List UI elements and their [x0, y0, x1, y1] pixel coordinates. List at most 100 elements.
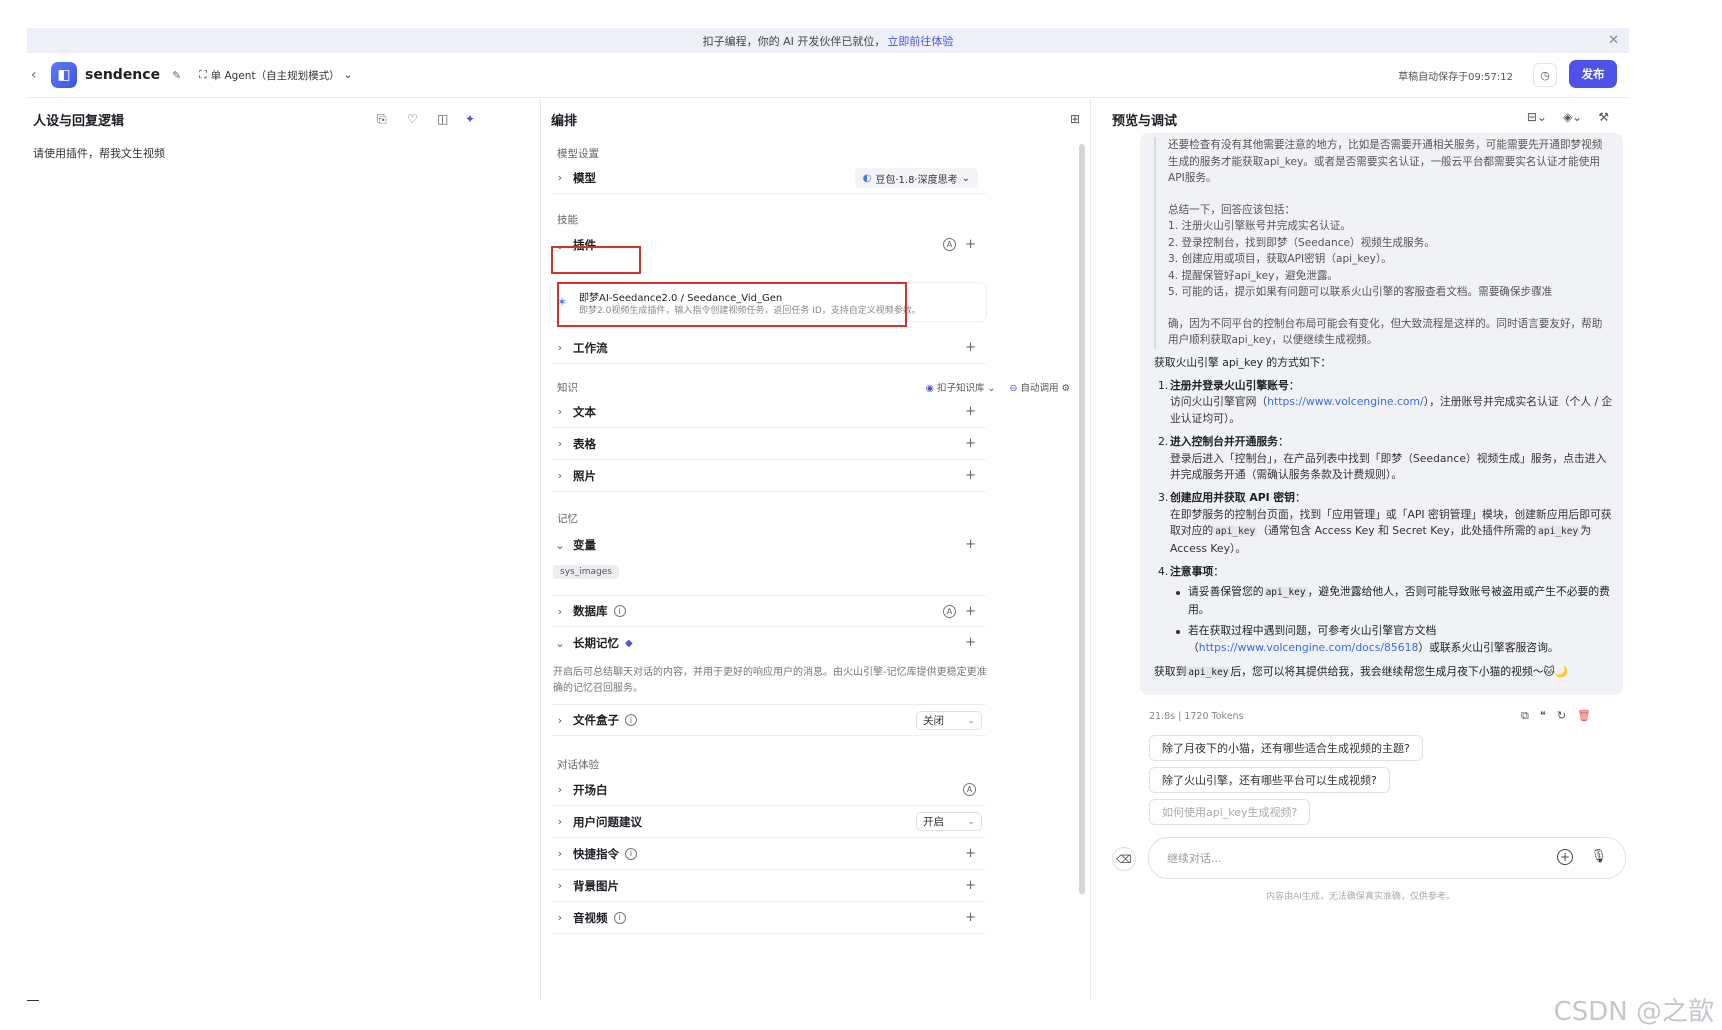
persona-panel: 人设与回复逻辑 ⎘ ♡ ◫ ✦ 请使用插件，帮我文生视频	[27, 99, 541, 1001]
audio-video-label: 音视频	[573, 910, 608, 925]
info-icon[interactable]: i	[613, 911, 626, 924]
persona-prompt[interactable]: 请使用插件，帮我文生视频	[33, 145, 165, 161]
app-name: sendence	[85, 67, 161, 83]
step-3-title: 创建应用并获取 API 密钥	[1170, 490, 1295, 504]
suggestion-chip[interactable]: 除了月夜下的小猫，还有哪些适合生成视频的主题?	[1149, 735, 1423, 761]
bullet-2-post: ）或联系火山引擎客服咨询。	[1418, 640, 1559, 654]
history-icon[interactable]: ◷	[1533, 63, 1557, 87]
variable-row[interactable]: ⌄ 变量 +	[551, 529, 986, 561]
model-select[interactable]: ◐ 豆包·1.8·深度思考 ⌄	[854, 168, 978, 188]
add-ltm-icon[interactable]: +	[965, 635, 976, 650]
workflow-row[interactable]: › 工作流 +	[551, 332, 986, 364]
suggestion-chip[interactable]: 如何使用api_key生成视频?	[1149, 799, 1311, 825]
photo-label: 照片	[573, 468, 596, 483]
highlight-box-plugin-label	[551, 246, 641, 274]
delete-icon[interactable]: 🗑	[1577, 709, 1591, 723]
add-variable-icon[interactable]: +	[965, 537, 976, 552]
close-icon[interactable]: ✕	[1608, 33, 1619, 48]
wrench-icon[interactable]: ⚒	[1598, 110, 1609, 124]
info-icon[interactable]: i	[613, 605, 626, 617]
chat-input[interactable]: 继续对话... + 🎙	[1148, 837, 1626, 879]
kb-source-select[interactable]: ◉ 扣子知识库 ⌄	[926, 380, 996, 394]
add-table-icon[interactable]: +	[965, 436, 976, 451]
add-workflow-icon[interactable]: +	[965, 340, 976, 355]
bullet-1: 请妥善保管您的 api_key ，避免泄露给他人，否则可能导致账号被盗用或产生不必要…	[1170, 584, 1614, 618]
chevron-down-icon: ⌄	[967, 715, 975, 726]
suggest-label: 用户问题建议	[573, 814, 642, 829]
bulb-icon[interactable]: ♡	[407, 112, 418, 126]
banner-link[interactable]: 立即前往体验	[887, 33, 953, 49]
chevron-right-icon: ›	[557, 405, 563, 418]
clear-context-icon[interactable]: ⌫	[1112, 847, 1136, 871]
chat-input-placeholder: 继续对话...	[1167, 852, 1222, 865]
answer-block: 获取火山引擎 api_key 的方式如下： 1. 注册并登录火山引擎账号： 访问火…	[1154, 355, 1614, 682]
microphone-icon[interactable]: 🎙	[1590, 849, 1607, 864]
suggestion-chip[interactable]: 除了火山引擎，还有哪些平台可以生成视频?	[1149, 767, 1390, 793]
audio-video-row[interactable]: › 音视频 i +	[551, 902, 986, 934]
add-text-icon[interactable]: +	[965, 404, 976, 419]
reasoning-line: 4. 提醒保管好api_key，避免泄露。	[1168, 269, 1339, 282]
table-row[interactable]: › 表格 +	[551, 428, 986, 460]
docs-link[interactable]: https://www.volcengine.com/docs/85618	[1199, 641, 1419, 654]
chevron-down-icon: ⌄	[961, 172, 970, 184]
info-icon[interactable]: i	[625, 847, 637, 860]
volcengine-link[interactable]: https://www.volcengine.com/	[1267, 395, 1424, 408]
opening-row[interactable]: › 开场白 A	[551, 774, 986, 806]
arrange-title: 编排	[551, 114, 578, 129]
publish-button[interactable]: 发布	[1569, 60, 1617, 88]
add-background-icon[interactable]: +	[965, 878, 976, 893]
agent-mode-select[interactable]: ⛶ 单 Agent（自主规划模式） ⌄	[199, 68, 352, 83]
add-database-icon[interactable]: +	[965, 604, 976, 619]
reasoning-line: 2. 登录控制台，找到即梦（Seedance）视频生成服务。	[1168, 236, 1435, 249]
add-photo-icon[interactable]: +	[965, 468, 976, 483]
step-3-code-2: api_key	[1536, 526, 1581, 538]
quote-icon[interactable]: ❝	[1540, 709, 1546, 723]
back-arrow-icon[interactable]: ‹	[31, 67, 47, 83]
model-row[interactable]: › 模型 ◐ 豆包·1.8·深度思考 ⌄	[551, 162, 986, 194]
reasoning-line: 还要检查有没有其他需要注意的地方，比如是否需要开通相关服务，可能需要先开通即梦视…	[1168, 139, 1603, 184]
background-row[interactable]: › 背景图片 +	[551, 870, 986, 902]
step-4: 4. 注意事项： 请妥善保管您的 api_key ，避免泄露给他人，否则可能导致账号被…	[1154, 564, 1614, 657]
opening-label: 开场白	[573, 782, 608, 797]
suggest-select[interactable]: 开启 ⌄	[916, 812, 982, 831]
kb-icon: ◉	[925, 383, 934, 394]
photo-row[interactable]: › 照片 +	[551, 460, 986, 492]
answer-intro: 获取火山引擎 api_key 的方式如下：	[1154, 356, 1332, 369]
add-audio-video-icon[interactable]: +	[965, 910, 976, 925]
grid-icon[interactable]: ⊞	[1070, 112, 1080, 126]
save-layout-icon[interactable]: ⊟⌄	[1527, 110, 1547, 124]
template-icon[interactable]: ⎘	[377, 112, 387, 127]
debug-icon[interactable]: ◈⌄	[1563, 110, 1582, 124]
scrollbar[interactable]	[1079, 144, 1085, 894]
copy-icon[interactable]: ⧉	[1521, 709, 1529, 723]
agent-mode-label: 单 Agent（自主规划模式）	[210, 69, 340, 82]
shortcut-row[interactable]: › 快捷指令 i +	[551, 838, 986, 870]
layout-icon[interactable]: ◫	[437, 112, 448, 126]
optimize-icon[interactable]: ✦	[465, 112, 475, 126]
bot-message: 还要检查有没有其他需要注意的地方，比如是否需要开通相关服务，可能需要先开通即梦视…	[1140, 133, 1623, 695]
auto-icon[interactable]: A	[943, 605, 956, 618]
text-label: 文本	[573, 404, 596, 419]
long-term-memory-row[interactable]: ⌄ 长期记忆 ◆ +	[551, 627, 986, 659]
add-shortcut-icon[interactable]: +	[965, 846, 976, 861]
database-row[interactable]: › 数据库 i A +	[551, 595, 986, 627]
auto-call-select[interactable]: ⊖ 自动调用 ⚙	[1009, 380, 1070, 394]
regenerate-icon[interactable]: ↻	[1557, 709, 1566, 723]
suggest-row[interactable]: › 用户问题建议 开启 ⌄	[551, 806, 986, 838]
persona-title: 人设与回复逻辑	[33, 114, 125, 129]
info-icon[interactable]: i	[625, 714, 637, 726]
skills-section: 技能	[557, 214, 578, 226]
reasoning-line: 总结一下，回答应该包括：	[1168, 203, 1296, 216]
text-row[interactable]: › 文本 +	[551, 396, 986, 428]
auto-icon[interactable]: A	[943, 238, 956, 251]
premium-icon: ◆	[625, 637, 633, 649]
edit-icon[interactable]: ✎	[172, 69, 181, 82]
add-attachment-icon[interactable]: +	[1557, 849, 1573, 865]
workflow-label: 工作流	[573, 340, 608, 355]
variable-tag[interactable]: sys_images	[553, 565, 619, 579]
filebox-select[interactable]: 关闭 ⌄	[916, 711, 982, 730]
auto-call-icon: ⊖	[1009, 383, 1018, 394]
filebox-row[interactable]: › 文件盒子 i 关闭 ⌄	[551, 704, 986, 736]
add-plugin-icon[interactable]: +	[965, 237, 976, 252]
auto-icon[interactable]: A	[963, 783, 976, 796]
